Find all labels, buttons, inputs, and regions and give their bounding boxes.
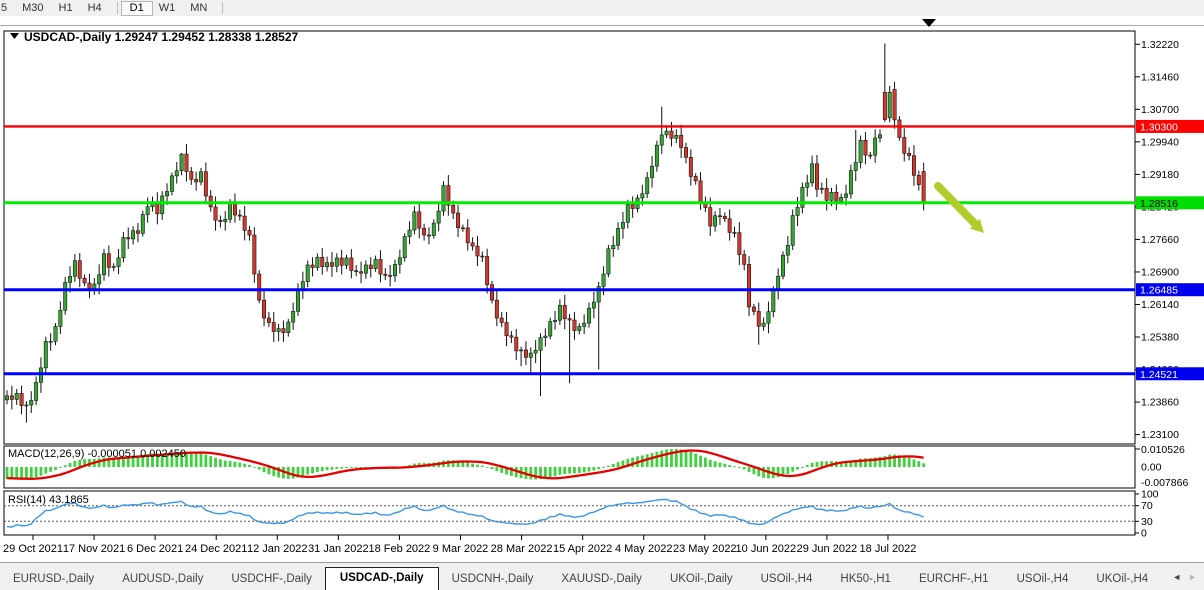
time-axis-label: 29 Jun 2022 [797,543,858,555]
tab-eurchf-h1[interactable]: EURCHF-,H1 [906,570,1002,590]
price-axis-label: 1.27660 [1141,234,1179,246]
price-axis-label: 1.29180 [1141,169,1179,181]
price-axis-label: 1.25380 [1141,332,1179,344]
price-axis-label: 1.26140 [1141,299,1179,311]
price-badge-label: 1.24521 [1140,369,1178,381]
macd-axis-label: 0.010526 [1141,444,1185,456]
price-axis-label: 1.26900 [1141,266,1179,278]
macd-axis-label: 0.00 [1141,462,1162,474]
time-axis-label: 28 Mar 2022 [491,543,553,555]
tab-audusd-daily[interactable]: AUDUSD-,Daily [109,570,216,590]
time-axis-label: 23 May 2022 [673,543,737,555]
tabs-scroll-right-icon[interactable]: ► [1188,572,1197,582]
time-axis-label: 15 Apr 2022 [553,543,612,555]
tab-xauusd-daily[interactable]: XAUUSD-,Daily [548,570,655,590]
time-axis-label: 12 Jan 2022 [247,543,308,555]
tab-hk50-h1[interactable]: HK50-,H1 [827,570,904,590]
macd-axis-label: -0.007866 [1141,477,1188,489]
time-axis-label: 18 Feb 2022 [369,543,431,555]
price-axis-label: 1.23100 [1141,429,1179,441]
chart-window: 1.322201.314601.307001.299401.291801.284… [0,0,1204,589]
time-axis-label: 17 Nov 2021 [63,543,125,555]
time-axis-label: 4 May 2022 [615,543,672,555]
tab-usdcnh-daily[interactable]: USDCNH-,Daily [439,570,547,590]
macd-label: MACD(12,26,9) -0.000051 0.002450 [8,448,186,460]
time-axis-label: 29 Oct 2021 [3,543,63,555]
rsi-label: RSI(14) 43.1865 [8,494,89,506]
price-axis-label: 1.32220 [1141,39,1179,51]
rsi-axis-label: 30 [1141,516,1153,528]
tab-usdchf-daily[interactable]: USDCHF-,Daily [218,570,325,590]
tab-usoil-h4[interactable]: USOil-,H4 [1004,570,1082,590]
rsi-axis-label: 100 [1141,489,1159,501]
chart-title-ohlc: USDCAD-,Daily 1.29247 1.29452 1.28338 1.… [24,30,299,44]
time-axis-label: 10 Jun 2022 [736,543,797,555]
time-axis-label: 18 Jul 2022 [860,543,917,555]
price-axis-label: 1.31460 [1141,71,1179,83]
time-axis-label: 9 Mar 2022 [433,543,489,555]
time-axis-label: 24 Dec 2021 [185,543,247,555]
rsi-axis-label: 0 [1141,528,1147,540]
tab-ukoil-h4[interactable]: UKOil-,H4 [1083,570,1161,590]
price-badge-label: 1.26485 [1140,285,1178,297]
symbol-tab-bar: EURUSD-,DailyAUDUSD-,DailyUSDCHF-,DailyU… [0,562,1204,590]
tab-ukoil-daily[interactable]: UKOil-,Daily [657,570,746,590]
price-badge-label: 1.30300 [1140,121,1178,133]
tab-eurusd-daily[interactable]: EURUSD-,Daily [0,570,107,590]
tab-usoil-h4[interactable]: USOil-,H4 [748,570,826,590]
price-axis-label: 1.23860 [1141,397,1179,409]
price-axis-label: 1.30700 [1141,104,1179,116]
time-axis-label: 31 Jan 2022 [308,543,369,555]
rsi-axis-label: 70 [1141,500,1153,512]
tabs-scroll-left-icon[interactable]: ◄ [1172,572,1181,582]
time-axis-label: 6 Dec 2021 [127,543,183,555]
price-badge-label: 1.28516 [1140,198,1178,210]
tab-usdcad-daily[interactable]: USDCAD-,Daily [325,567,439,590]
price-axis-label: 1.29940 [1141,136,1179,148]
